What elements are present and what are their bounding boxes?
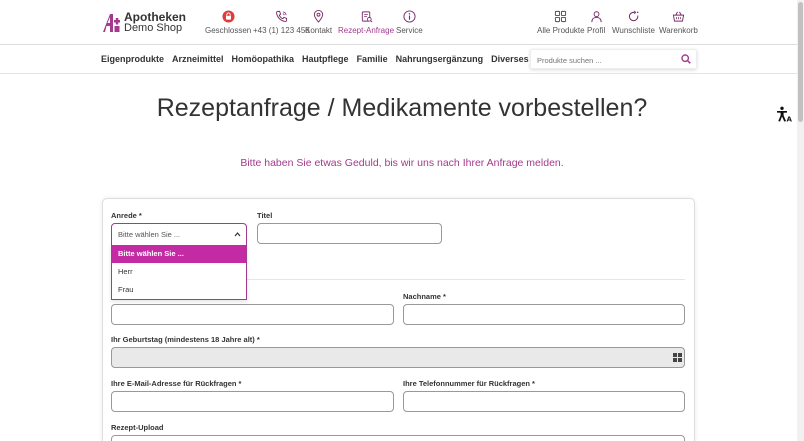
- search-box: [530, 49, 697, 70]
- header-item-opening[interactable]: Geschlossen: [205, 10, 251, 35]
- lock-icon: [222, 10, 235, 23]
- anrede-option-frau[interactable]: Frau: [112, 281, 246, 299]
- location-pin-icon: [313, 10, 324, 23]
- header-item-prescription[interactable]: Rezept-Anfrage: [338, 10, 394, 35]
- chevron-up-icon: [234, 232, 241, 237]
- page-subtitle: Bitte haben Sie etwas Geduld, bis wir un…: [240, 157, 564, 169]
- brand-line2: Demo Shop: [124, 22, 183, 34]
- page-title: Rezeptanfrage / Medikamente vorbestellen…: [156, 94, 648, 122]
- phone-icon: [275, 10, 287, 22]
- header-item-profile[interactable]: Profil: [587, 10, 605, 35]
- titel-label: Titel: [257, 211, 273, 220]
- nachname-input[interactable]: [403, 304, 685, 325]
- anrede-select[interactable]: Bitte wählen Sie ...: [111, 223, 247, 245]
- anrede-dropdown: Bitte wählen Sie ... Herr Frau: [111, 244, 247, 300]
- upload-input[interactable]: [111, 435, 685, 441]
- accessibility-icon[interactable]: A: [776, 106, 793, 123]
- search-icon[interactable]: [681, 54, 691, 64]
- titel-input[interactable]: [257, 223, 442, 244]
- category-nav: Eigenprodukte Arzneimittel Homöopathika …: [101, 54, 529, 64]
- category-homoeopathika[interactable]: Homöopathika: [232, 54, 295, 64]
- calendar-icon[interactable]: [673, 353, 682, 362]
- brand-logo[interactable]: Apotheken Demo Shop: [101, 11, 186, 35]
- category-diverses[interactable]: Diverses: [491, 54, 529, 64]
- top-header: Apotheken Demo Shop Geschlossen +43 (1) …: [0, 0, 804, 45]
- grid-icon: [555, 10, 567, 23]
- category-familie[interactable]: Familie: [357, 54, 388, 64]
- header-item-phone[interactable]: +43 (1) 123 456: [253, 10, 310, 35]
- vorname-input[interactable]: [111, 304, 394, 325]
- email-label: Ihre E-Mail-Adresse für Rückfragen *: [111, 379, 242, 388]
- category-nahrungsergaenzung[interactable]: Nahrungsergänzung: [396, 54, 484, 64]
- scrollbar-thumb[interactable]: [798, 2, 803, 122]
- anrede-selected-value: Bitte wählen Sie ...: [118, 230, 181, 239]
- geburtstag-label: Ihr Geburtstag (mindestens 18 Jahre alt)…: [111, 335, 260, 344]
- anrede-option-herr[interactable]: Herr: [112, 263, 246, 281]
- telefon-label: Ihre Telefonnummer für Rückfragen *: [403, 379, 535, 388]
- upload-label: Rezept-Upload: [111, 423, 164, 432]
- logo-mark-icon: [103, 14, 120, 32]
- page: Apotheken Demo Shop Geschlossen +43 (1) …: [0, 0, 804, 441]
- nachname-label: Nachname *: [403, 292, 446, 301]
- anrede-label: Anrede *: [111, 211, 142, 220]
- category-arzneimittel[interactable]: Arzneimittel: [172, 54, 224, 64]
- anrede-option-placeholder[interactable]: Bitte wählen Sie ...: [112, 245, 246, 263]
- header-item-contact[interactable]: Kontakt: [305, 10, 332, 35]
- user-icon: [591, 11, 602, 23]
- page-scrollbar[interactable]: [797, 0, 804, 441]
- header-item-all-products[interactable]: Alle Produkte: [537, 10, 585, 35]
- category-hautpflege[interactable]: Hautpflege: [302, 54, 349, 64]
- svg-text:A: A: [787, 116, 793, 124]
- heart-refresh-icon: [628, 10, 639, 22]
- telefon-input[interactable]: [403, 391, 685, 412]
- basket-icon: [672, 11, 685, 22]
- header-item-service[interactable]: Service: [396, 10, 423, 35]
- email-input[interactable]: [111, 391, 394, 412]
- header-item-wishlist[interactable]: Wunschliste: [612, 10, 655, 35]
- prescription-icon: [361, 11, 372, 23]
- search-input[interactable]: [537, 51, 677, 70]
- category-eigenprodukte[interactable]: Eigenprodukte: [101, 54, 164, 64]
- geburtstag-input[interactable]: [111, 347, 685, 368]
- header-item-cart[interactable]: Warenkorb: [659, 10, 698, 35]
- info-icon: [403, 10, 416, 23]
